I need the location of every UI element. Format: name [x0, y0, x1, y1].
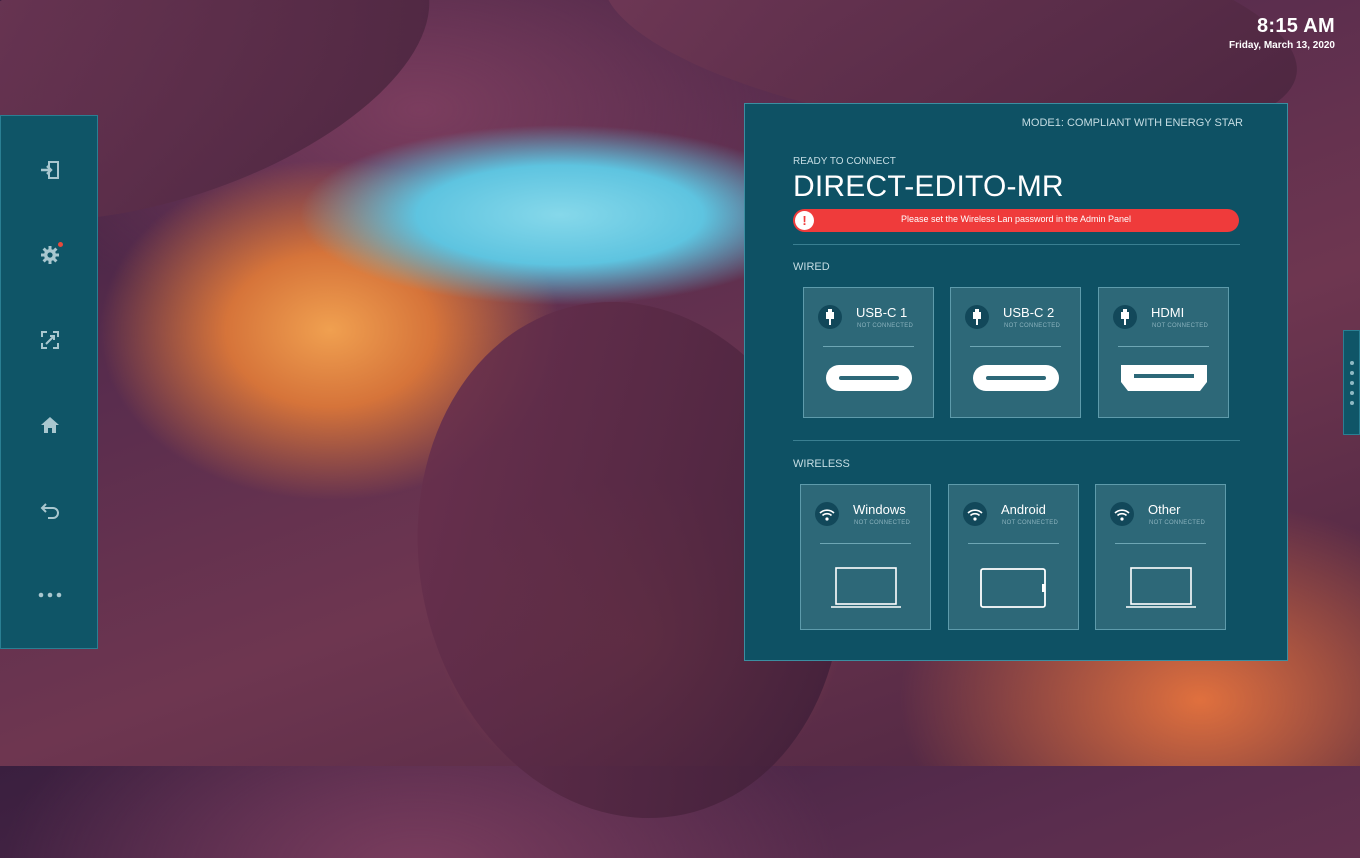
card-status: NOT CONNECTED: [1149, 520, 1206, 526]
hdmi-port-graphic: [1099, 364, 1228, 392]
card-divider: [968, 543, 1059, 544]
usb-icon: [818, 305, 842, 329]
laptop-graphic: [801, 567, 930, 609]
usb-icon: [1113, 305, 1137, 329]
handle-dot: [1350, 391, 1354, 395]
card-divider: [1115, 543, 1206, 544]
card-divider: [970, 346, 1061, 347]
wireless-card-other[interactable]: Other NOT CONNECTED: [1095, 484, 1226, 630]
wifi-icon: [1110, 502, 1134, 526]
card-title: USB-C 2: [1003, 305, 1055, 320]
card-title: USB-C 1: [856, 305, 908, 320]
device-name: DIRECT-EDITO-MR: [793, 170, 1064, 203]
home-icon: [41, 417, 59, 433]
wireless-card-android[interactable]: Android NOT CONNECTED: [948, 484, 1079, 630]
sidebar: [0, 115, 98, 649]
card-title: HDMI: [1151, 305, 1185, 320]
usb-c-port-graphic: [951, 364, 1080, 392]
more-icon: [38, 592, 62, 598]
divider: [793, 440, 1240, 441]
wired-label: WIRED: [793, 261, 830, 273]
wired-card-usb-c-2[interactable]: USB-C 2 NOT CONNECTED: [950, 287, 1081, 418]
clock-date: Friday, March 13, 2020: [1229, 40, 1335, 51]
mode-label: MODE1: COMPLIANT WITH ENERGY STAR: [1021, 117, 1243, 129]
input-button[interactable]: [35, 155, 65, 185]
card-status: NOT CONNECTED: [1004, 323, 1061, 329]
wired-card-hdmi[interactable]: HDMI NOT CONNECTED: [1098, 287, 1229, 418]
card-divider: [1118, 346, 1209, 347]
card-title: Other: [1148, 502, 1181, 517]
warning-banner[interactable]: ! Please set the Wireless Lan password i…: [793, 209, 1239, 232]
card-divider: [820, 543, 911, 544]
home-button[interactable]: [35, 410, 65, 440]
handle-dot: [1350, 381, 1354, 385]
card-status: NOT CONNECTED: [1002, 520, 1059, 526]
side-panel-handle[interactable]: [1343, 330, 1360, 435]
clock-time: 8:15 AM: [1256, 15, 1335, 37]
tablet-graphic: [949, 567, 1078, 609]
warning-text: Please set the Wireless Lan password in …: [900, 214, 1132, 224]
more-button[interactable]: [35, 580, 65, 610]
handle-dot: [1350, 401, 1354, 405]
back-icon: [40, 503, 59, 519]
screen-capture-icon: [41, 331, 59, 349]
handle-dot: [1350, 361, 1354, 365]
laptop-graphic: [1096, 567, 1225, 609]
wifi-icon: [815, 502, 839, 526]
wifi-icon: [963, 502, 987, 526]
ready-label: READY TO CONNECT: [793, 156, 896, 167]
usb-c-port-graphic: [804, 364, 933, 392]
card-title: Windows: [853, 502, 906, 517]
card-title: Android: [1001, 502, 1046, 517]
divider: [793, 244, 1240, 245]
wireless-label: WIRELESS: [793, 458, 850, 470]
wireless-card-windows[interactable]: Windows NOT CONNECTED: [800, 484, 931, 630]
screen-capture-button[interactable]: [35, 325, 65, 355]
usb-icon: [965, 305, 989, 329]
notification-dot: [58, 242, 63, 247]
handle-dot: [1350, 371, 1354, 375]
clock: 8:15 AM Friday, March 13, 2020: [1229, 14, 1335, 51]
input-icon: [41, 161, 59, 179]
card-status: NOT CONNECTED: [854, 520, 911, 526]
card-divider: [823, 346, 914, 347]
connection-panel: MODE1: COMPLIANT WITH ENERGY STAR READY …: [744, 103, 1288, 661]
card-status: NOT CONNECTED: [857, 323, 914, 329]
settings-button[interactable]: [35, 240, 65, 270]
card-status: NOT CONNECTED: [1152, 323, 1209, 329]
wired-card-usb-c-1[interactable]: USB-C 1 NOT CONNECTED: [803, 287, 934, 418]
back-button[interactable]: [35, 495, 65, 525]
settings-icon: [41, 246, 59, 264]
